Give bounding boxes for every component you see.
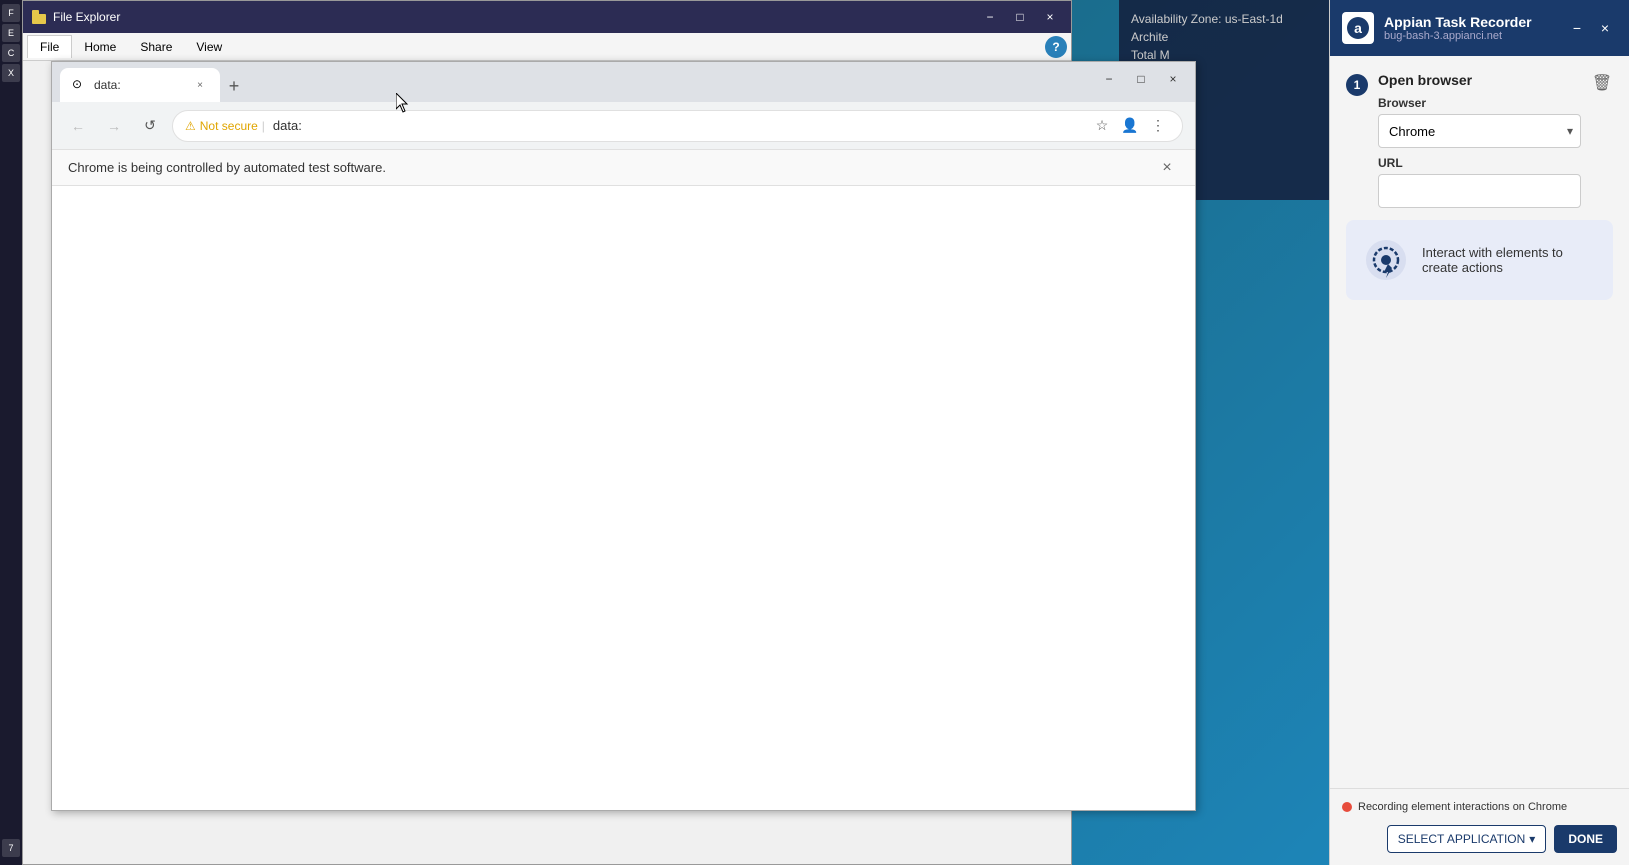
- appian-step-number: 1: [1346, 74, 1368, 96]
- file-explorer-controls: − □ ×: [977, 7, 1063, 27]
- file-explorer-window: File Explorer − □ × File Home Share View…: [22, 0, 1072, 865]
- bg-info-total-label: Total M: [1131, 48, 1317, 62]
- appian-select-application-button[interactable]: SELECT APPLICATION ▾: [1387, 825, 1547, 853]
- bg-info-arch-label: Archite: [1131, 30, 1317, 44]
- appian-browser-select[interactable]: Chrome Firefox Edge Safari: [1378, 114, 1581, 148]
- appian-url-input[interactable]: [1378, 174, 1581, 208]
- chrome-security-indicator: ⚠ Not secure |: [185, 119, 265, 133]
- file-explorer-icon: [31, 9, 47, 25]
- chrome-back-button[interactable]: ←: [64, 112, 92, 140]
- file-explorer-ribbon: File Home Share View ?: [23, 33, 1071, 61]
- file-explorer-maximize-button[interactable]: □: [1007, 7, 1033, 27]
- appian-browser-field: Browser Chrome Firefox Edge Safari ▾: [1378, 96, 1581, 148]
- ribbon-help-button[interactable]: ?: [1045, 36, 1067, 58]
- appian-logo: a: [1342, 12, 1374, 44]
- appian-header: a Appian Task Recorder bug-bash-3.appian…: [1330, 0, 1629, 56]
- svg-text:a: a: [1354, 20, 1362, 36]
- chrome-new-tab-button[interactable]: +: [220, 72, 248, 100]
- chrome-window-controls: − □ ×: [1095, 68, 1187, 90]
- chrome-tab-data[interactable]: ⊙ data: ×: [60, 68, 220, 102]
- appian-recording-dot: [1342, 802, 1352, 812]
- appian-url-label: URL: [1378, 156, 1581, 170]
- appian-step-content: Open browser Browser Chrome Firefox Edge…: [1378, 72, 1581, 208]
- chrome-maximize-button[interactable]: □: [1127, 68, 1155, 90]
- taskbar-item-4[interactable]: X: [2, 64, 20, 82]
- appian-task-recorder-panel: a Appian Task Recorder bug-bash-3.appian…: [1329, 0, 1629, 865]
- appian-step-1: 1 Open browser Browser Chrome Firefox Ed…: [1346, 72, 1613, 208]
- chrome-url-display: data:: [273, 118, 1082, 133]
- chrome-security-icon: ⚠: [185, 119, 196, 133]
- appian-action-buttons: SELECT APPLICATION ▾ DONE: [1330, 825, 1629, 865]
- appian-header-title: Appian Task Recorder: [1384, 14, 1555, 30]
- file-explorer-titlebar: File Explorer − □ ×: [23, 1, 1071, 33]
- appian-footer: Recording element interactions on Chrome: [1330, 788, 1629, 825]
- appian-interact-icon: [1362, 236, 1410, 284]
- appian-body: 1 Open browser Browser Chrome Firefox Ed…: [1330, 56, 1629, 788]
- appian-header-subtitle: bug-bash-3.appianci.net: [1384, 30, 1555, 42]
- appian-select-app-arrow: ▾: [1529, 832, 1535, 846]
- appian-step-delete-button[interactable]: 🗑: [1591, 72, 1613, 94]
- chrome-tab-close-button[interactable]: ×: [192, 77, 208, 93]
- ribbon-tab-view[interactable]: View: [184, 36, 234, 58]
- appian-done-button[interactable]: DONE: [1554, 825, 1617, 853]
- taskbar-item-3[interactable]: C: [2, 44, 20, 62]
- chrome-forward-button[interactable]: →: [100, 112, 128, 140]
- appian-interact-hint-box: Interact with elements to create actions: [1346, 220, 1613, 300]
- appian-browser-select-wrapper: Chrome Firefox Edge Safari ▾: [1378, 114, 1581, 148]
- chrome-notification-text: Chrome is being controlled by automated …: [68, 160, 386, 175]
- chrome-browser-window: ⊙ data: × + − □ × ← → ↺ ⚠ Not secure |: [51, 61, 1196, 811]
- left-taskbar: F E C X 7: [0, 0, 22, 865]
- chrome-tab-favicon: ⊙: [72, 77, 88, 93]
- chrome-notification-bar: Chrome is being controlled by automated …: [52, 150, 1195, 186]
- appian-minimize-button[interactable]: −: [1565, 16, 1589, 40]
- taskbar-item-2[interactable]: E: [2, 24, 20, 42]
- ribbon-tab-file[interactable]: File: [27, 35, 72, 58]
- file-explorer-minimize-button[interactable]: −: [977, 7, 1003, 27]
- chrome-notification-close-button[interactable]: ×: [1155, 156, 1179, 180]
- chrome-profile-button[interactable]: 👤: [1118, 114, 1142, 138]
- appian-browser-label: Browser: [1378, 96, 1581, 110]
- appian-close-button[interactable]: ×: [1593, 16, 1617, 40]
- file-explorer-close-button[interactable]: ×: [1037, 7, 1063, 27]
- chrome-reload-button[interactable]: ↺: [136, 112, 164, 140]
- ribbon-tab-share[interactable]: Share: [128, 36, 184, 58]
- chrome-tabbar: ⊙ data: × + − □ ×: [52, 62, 1195, 102]
- ribbon-tab-home[interactable]: Home: [72, 36, 128, 58]
- chrome-addressbar: ← → ↺ ⚠ Not secure | data: ☆ 👤 ⋮: [52, 102, 1195, 150]
- appian-step-title: Open browser: [1378, 72, 1581, 88]
- appian-header-controls: − ×: [1565, 16, 1617, 40]
- appian-select-app-label: SELECT APPLICATION: [1398, 832, 1526, 846]
- chrome-menu-button[interactable]: ⋮: [1146, 114, 1170, 138]
- chrome-tab-title: data:: [94, 78, 186, 92]
- chrome-url-separator: |: [262, 119, 265, 133]
- chrome-omnibox[interactable]: ⚠ Not secure | data: ☆ 👤 ⋮: [172, 110, 1183, 142]
- appian-recording-indicator: Recording element interactions on Chrome: [1342, 801, 1617, 813]
- taskbar-item-1[interactable]: F: [2, 4, 20, 22]
- bg-info-zone-label: Availability Zone: us-East-1d: [1131, 12, 1317, 26]
- chrome-content-area: Chrome is being controlled by automated …: [52, 150, 1195, 810]
- chrome-bookmark-button[interactable]: ☆: [1090, 114, 1114, 138]
- chrome-omnibox-actions: ☆ 👤 ⋮: [1090, 114, 1170, 138]
- file-explorer-title: File Explorer: [53, 10, 977, 24]
- appian-recording-text: Recording element interactions on Chrome: [1358, 801, 1567, 813]
- appian-interact-text: Interact with elements to create actions: [1422, 245, 1597, 275]
- chrome-security-label: Not secure: [200, 119, 258, 133]
- chrome-minimize-button[interactable]: −: [1095, 68, 1123, 90]
- taskbar-item-5[interactable]: 7: [2, 839, 20, 857]
- appian-header-text-block: Appian Task Recorder bug-bash-3.appianci…: [1384, 14, 1555, 42]
- chrome-close-button[interactable]: ×: [1159, 68, 1187, 90]
- appian-url-field: URL: [1378, 156, 1581, 208]
